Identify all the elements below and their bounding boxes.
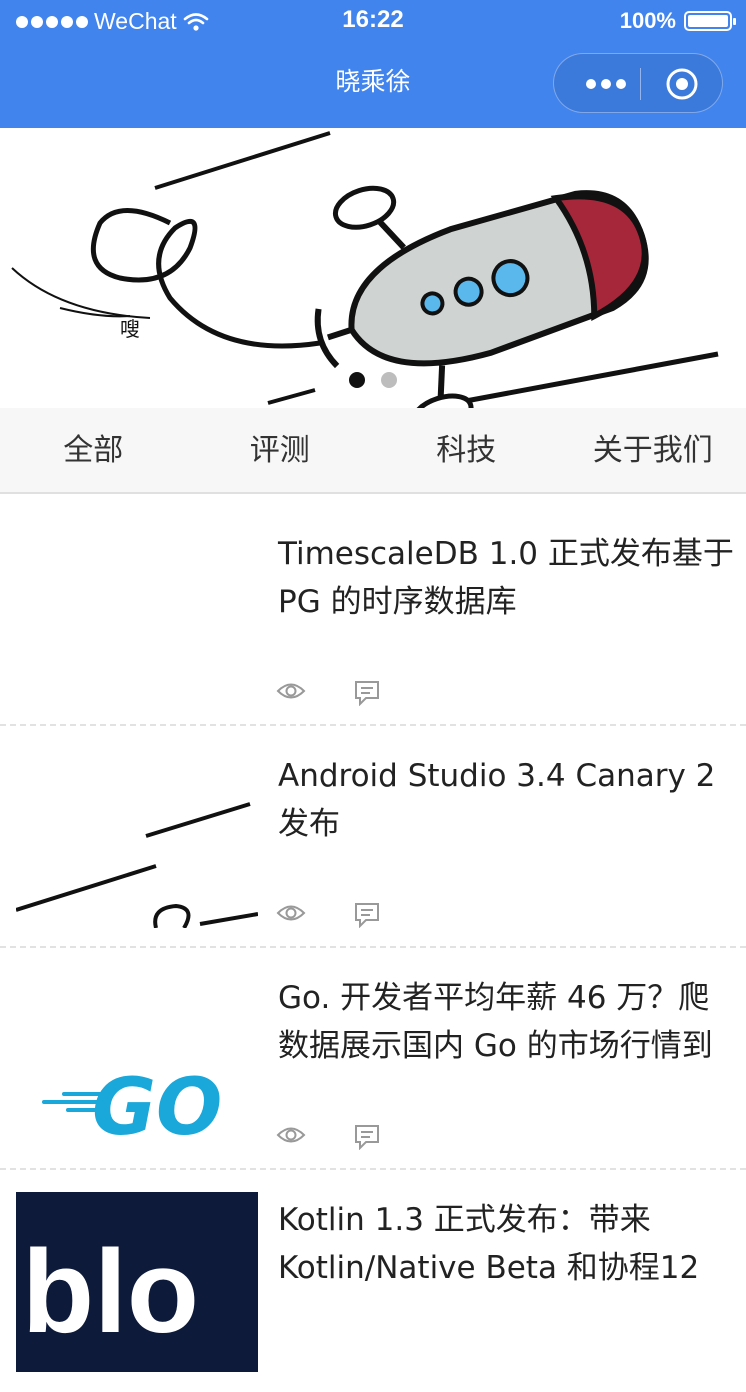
article-item[interactable]: Android Studio 3.4 Canary 2 发布 bbox=[0, 726, 746, 948]
more-dot-icon bbox=[601, 79, 611, 89]
tab-reviews[interactable]: 评测 bbox=[187, 408, 374, 492]
comment-icon bbox=[354, 1124, 380, 1150]
tab-all[interactable]: 全部 bbox=[0, 408, 187, 492]
article-title[interactable]: Kotlin 1.3 正式发布：带来Kotlin/Native Beta 和协程… bbox=[278, 1196, 734, 1292]
blog-thumb-text: blo bbox=[22, 1222, 199, 1362]
carousel-dot[interactable] bbox=[381, 372, 397, 388]
carousel-dot-active[interactable] bbox=[349, 372, 365, 388]
more-menu-button[interactable] bbox=[572, 54, 640, 114]
rocket-thumb-illustration bbox=[16, 748, 258, 928]
comment-icon bbox=[354, 902, 380, 928]
article-title[interactable]: Go. 开发者平均年薪 46 万？爬数据展示国内 Go 的市场行情到 bbox=[278, 974, 734, 1070]
more-dot-icon bbox=[586, 79, 596, 89]
article-thumbnail: blo bbox=[16, 1192, 258, 1372]
go-logo-text: GO bbox=[92, 1063, 222, 1150]
battery-group: 100% bbox=[620, 8, 732, 34]
article-item[interactable]: GO Go. 开发者平均年薪 46 万？爬数据展示国内 Go 的市场行情到 bbox=[0, 948, 746, 1170]
tab-tech[interactable]: 科技 bbox=[373, 408, 560, 492]
banner-caption: 嗖 bbox=[120, 317, 140, 341]
more-dot-icon bbox=[616, 79, 626, 89]
status-bar: WeChat 16:22 100% bbox=[0, 0, 746, 40]
nav-bar: 晓乘徐 bbox=[0, 40, 746, 128]
battery-percent: 100% bbox=[620, 8, 676, 34]
battery-icon bbox=[684, 11, 732, 31]
banner-carousel[interactable]: 嗖 bbox=[0, 128, 746, 408]
comment-icon bbox=[354, 680, 380, 706]
rocket-illustration: 嗖 bbox=[0, 128, 746, 408]
views-eye-icon bbox=[276, 680, 306, 702]
article-thumbnail: GO bbox=[16, 970, 258, 1150]
article-thumbnail bbox=[16, 526, 258, 706]
category-tabs: 全部 评测 科技 关于我们 bbox=[0, 408, 746, 494]
close-miniprogram-icon[interactable] bbox=[664, 66, 700, 102]
go-logo: GO bbox=[16, 970, 258, 1150]
miniprogram-capsule bbox=[553, 53, 723, 113]
carousel-indicator bbox=[0, 372, 746, 388]
article-meta bbox=[276, 680, 380, 706]
article-title[interactable]: TimescaleDB 1.0 正式发布基于PG 的时序数据库 bbox=[278, 530, 734, 626]
capsule-divider bbox=[640, 68, 641, 100]
article-meta bbox=[276, 1124, 380, 1150]
article-item[interactable]: TimescaleDB 1.0 正式发布基于PG 的时序数据库 bbox=[0, 504, 746, 726]
article-item[interactable]: blo Kotlin 1.3 正式发布：带来Kotlin/Native Beta… bbox=[0, 1170, 746, 1392]
views-eye-icon bbox=[276, 1124, 306, 1146]
article-thumbnail bbox=[16, 748, 258, 928]
article-meta bbox=[276, 902, 380, 928]
views-eye-icon bbox=[276, 902, 306, 924]
tab-about[interactable]: 关于我们 bbox=[560, 408, 746, 492]
article-title[interactable]: Android Studio 3.4 Canary 2 发布 bbox=[278, 752, 734, 848]
